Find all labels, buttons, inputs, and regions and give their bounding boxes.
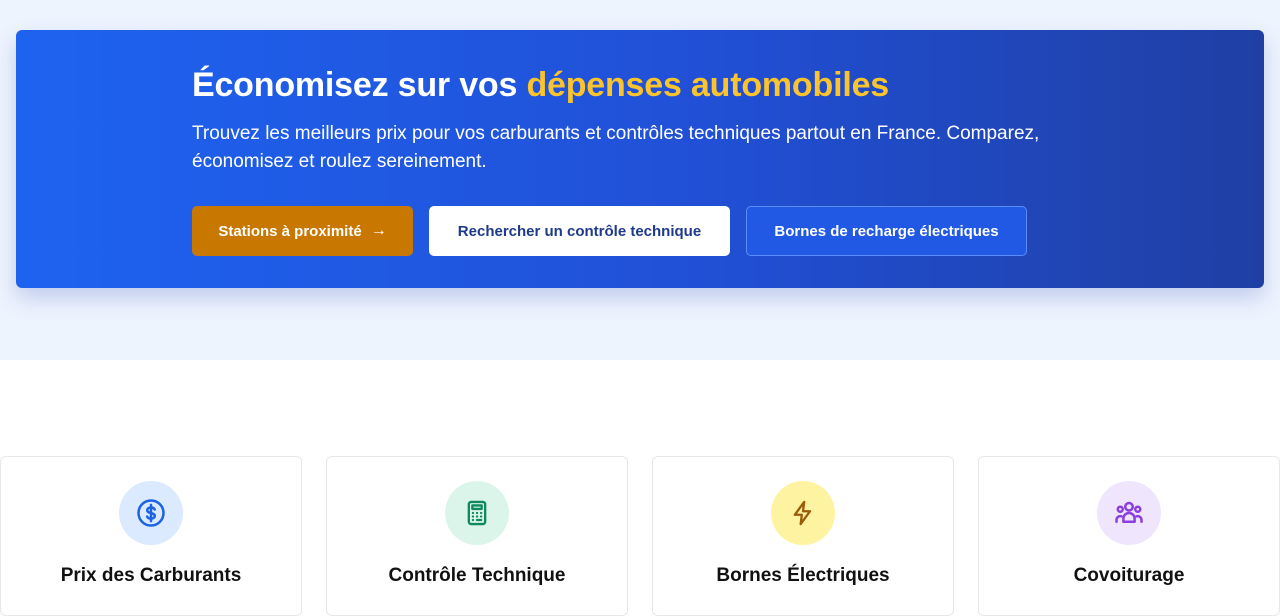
feature-card-carpool[interactable]: Covoiturage: [978, 456, 1280, 616]
nearby-stations-button[interactable]: Stations à proximité →: [192, 206, 413, 256]
nearby-stations-label: Stations à proximité: [218, 222, 362, 240]
feature-card-ev[interactable]: Bornes Électriques: [652, 456, 954, 616]
search-technical-inspection-label: Rechercher un contrôle technique: [457, 222, 702, 240]
lightning-icon: [793, 500, 812, 526]
feature-title: Bornes Électriques: [716, 565, 890, 586]
feature-title: Contrôle Technique: [388, 565, 566, 586]
ev-charging-label: Bornes de recharge électriques: [774, 222, 999, 240]
hero-banner: Économisez sur vos dépenses automobiles …: [16, 30, 1264, 288]
calculator-icon: [467, 500, 487, 526]
feature-title: Covoiturage: [1073, 565, 1185, 586]
hero-title-prefix: Économisez sur vos: [192, 66, 527, 104]
hero-title: Économisez sur vos dépenses automobiles: [192, 66, 889, 105]
feature-badge: [445, 481, 509, 545]
hero-subtitle: Trouvez les meilleurs prix pour vos carb…: [192, 123, 1040, 172]
feature-badge: [119, 481, 183, 545]
dollar-circle-icon: [137, 499, 165, 527]
feature-title: Prix des Carburants: [60, 565, 242, 586]
feature-card-fuel[interactable]: Prix des Carburants: [0, 456, 302, 616]
users-icon: [1115, 501, 1143, 523]
arrow-right-icon: →: [370, 222, 387, 239]
feature-badge: [1097, 481, 1161, 545]
ev-charging-button[interactable]: Bornes de recharge électriques: [746, 206, 1027, 256]
feature-badge: [771, 481, 835, 545]
search-technical-inspection-button[interactable]: Rechercher un contrôle technique: [429, 206, 730, 256]
hero-title-highlight: dépenses automobiles: [526, 66, 889, 104]
feature-card-inspection[interactable]: Contrôle Technique: [326, 456, 628, 616]
